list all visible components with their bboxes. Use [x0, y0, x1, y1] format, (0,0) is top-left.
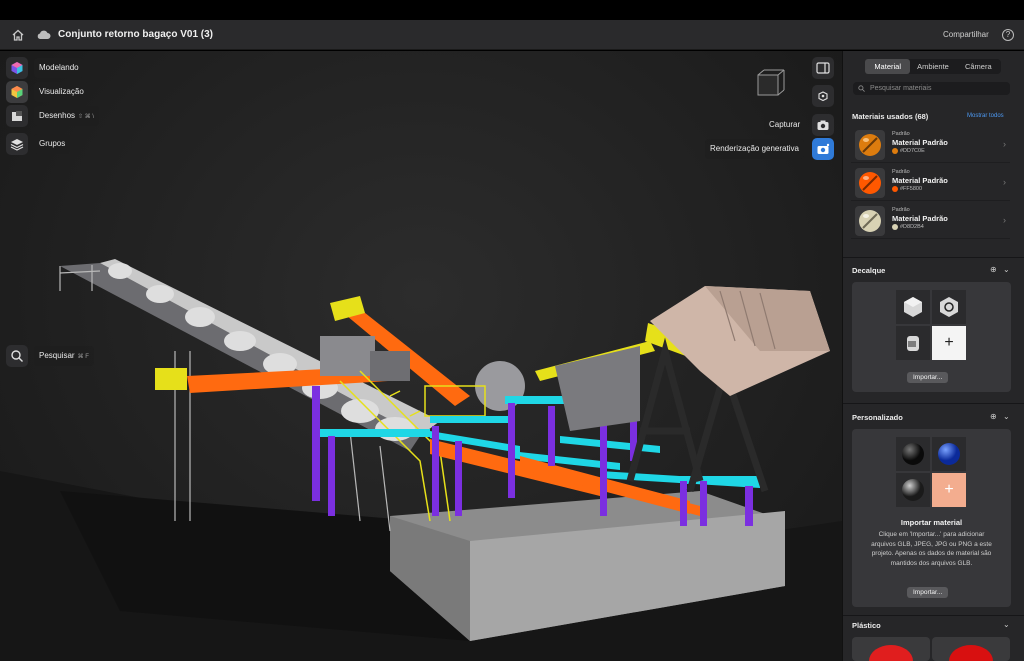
material-thumbnail[interactable]	[896, 473, 930, 507]
used-materials-title: Materiais usados (68)	[852, 112, 929, 121]
tab-camera[interactable]: Câmera	[956, 59, 1001, 74]
plastic-thumbnail[interactable]	[932, 637, 1010, 661]
material-thumbnail[interactable]	[896, 437, 930, 471]
chevron-down-icon[interactable]: ⌄	[1003, 265, 1010, 274]
groups-tool-button[interactable]	[6, 133, 28, 155]
materials-panel: Material Ambiente Câmera Pesquisar mater…	[842, 51, 1024, 661]
divider	[843, 403, 1024, 404]
material-item[interactable]: Padrão Material Padrão #DD7C0E ›	[851, 127, 1010, 163]
cloud-icon	[37, 30, 51, 39]
search-icon	[858, 85, 865, 92]
modeling-tool-button[interactable]	[6, 57, 28, 79]
home-icon[interactable]	[11, 28, 25, 42]
camera-icon	[817, 120, 829, 130]
groups-label[interactable]: Grupos	[34, 134, 71, 154]
material-item[interactable]: Padrão Material Padrão #FF5800 ›	[851, 165, 1010, 201]
3d-viewport[interactable]: Modelando Visualização Desenhos ⇧ ⌘ \ Gru…	[0, 51, 842, 661]
cube-icon	[11, 62, 23, 74]
import-material-description: Clique em 'Importar...' para adicionar a…	[871, 531, 992, 567]
color-swatch	[892, 224, 898, 230]
decal-grid: +	[896, 290, 966, 360]
decal-thumbnail[interactable]	[896, 290, 930, 324]
help-icon[interactable]: ?	[1002, 29, 1014, 41]
show-all-link[interactable]: Mostrar todos	[967, 113, 1004, 119]
sparkle-camera-icon	[817, 143, 830, 154]
chevron-right-icon: ›	[1003, 177, 1006, 187]
tab-material[interactable]: Material	[865, 59, 911, 74]
material-thumbnail	[855, 206, 885, 236]
custom-title: Personalizado	[852, 413, 903, 422]
capture-label[interactable]: Capturar	[764, 115, 806, 135]
import-material-button[interactable]: Importar...	[907, 587, 949, 598]
visualization-tool-button[interactable]	[6, 81, 28, 103]
plastic-thumbnail[interactable]	[852, 637, 930, 661]
material-thumbnail	[855, 168, 885, 198]
material-item[interactable]: Padrão Material Padrão #D8D2B4 ›	[851, 203, 1010, 239]
visualization-label[interactable]: Visualização	[34, 82, 89, 102]
generative-render-button[interactable]	[812, 138, 834, 160]
generative-render-label[interactable]: Renderização generativa	[705, 139, 804, 159]
material-thumbnail	[855, 130, 885, 160]
orbit-icon	[818, 91, 828, 102]
chevron-right-icon: ›	[1003, 215, 1006, 225]
search-tool-button[interactable]	[6, 345, 28, 367]
view-orbit-button[interactable]	[812, 85, 834, 107]
custom-material-grid: +	[896, 437, 966, 507]
capture-button[interactable]	[812, 114, 834, 136]
drawings-label[interactable]: Desenhos ⇧ ⌘ \	[34, 106, 100, 126]
colorful-cube-icon	[11, 86, 23, 98]
divider	[843, 257, 1024, 258]
add-decal-button[interactable]: +	[932, 326, 966, 360]
plastic-title: Plástico	[852, 621, 881, 630]
drawings-tool-button[interactable]	[6, 105, 28, 127]
drawings-shortcut: ⇧ ⌘ \	[78, 114, 95, 120]
color-swatch	[892, 186, 898, 192]
add-material-button[interactable]: +	[932, 473, 966, 507]
color-swatch	[892, 148, 898, 154]
chevron-down-icon[interactable]: ⌄	[1003, 620, 1010, 629]
document-title: Conjunto retorno bagaço V01 (3)	[58, 29, 214, 40]
decal-thumbnail[interactable]	[932, 290, 966, 324]
panel-tabs: Material Ambiente Câmera	[865, 59, 1001, 74]
divider	[843, 615, 1024, 616]
add-icon[interactable]: ⊕	[990, 412, 997, 421]
sidebar-icon	[816, 62, 830, 74]
share-button[interactable]: Compartilhar	[938, 26, 994, 44]
drawings-icon	[12, 111, 22, 121]
search-placeholder: Pesquisar materiais	[870, 85, 932, 92]
material-thumbnail[interactable]	[932, 437, 966, 471]
decal-title: Decalque	[852, 266, 886, 275]
decal-thumbnail[interactable]	[896, 326, 930, 360]
modeling-label[interactable]: Modelando	[34, 58, 84, 78]
search-icon	[11, 350, 23, 362]
custom-card: + Importar material Clique em 'Importar.…	[852, 429, 1011, 607]
panel-toggle-button[interactable]	[812, 57, 834, 79]
title-bar: Conjunto retorno bagaço V01 (3) Comparti…	[0, 20, 1024, 50]
decal-card: + Importar...	[852, 282, 1011, 392]
top-black-bar	[0, 0, 1024, 20]
import-decal-button[interactable]: Importar...	[907, 372, 949, 383]
search-shortcut: ⌘ F	[77, 354, 89, 360]
add-icon[interactable]: ⊕	[990, 265, 997, 274]
layers-icon	[10, 139, 24, 151]
import-material-title: Importar material	[900, 518, 963, 527]
chevron-right-icon: ›	[1003, 139, 1006, 149]
search-label[interactable]: Pesquisar ⌘ F	[34, 346, 94, 366]
tab-environment[interactable]: Ambiente	[910, 59, 955, 74]
material-search-input[interactable]: Pesquisar materiais	[853, 82, 1010, 95]
chevron-down-icon[interactable]: ⌄	[1003, 412, 1010, 421]
